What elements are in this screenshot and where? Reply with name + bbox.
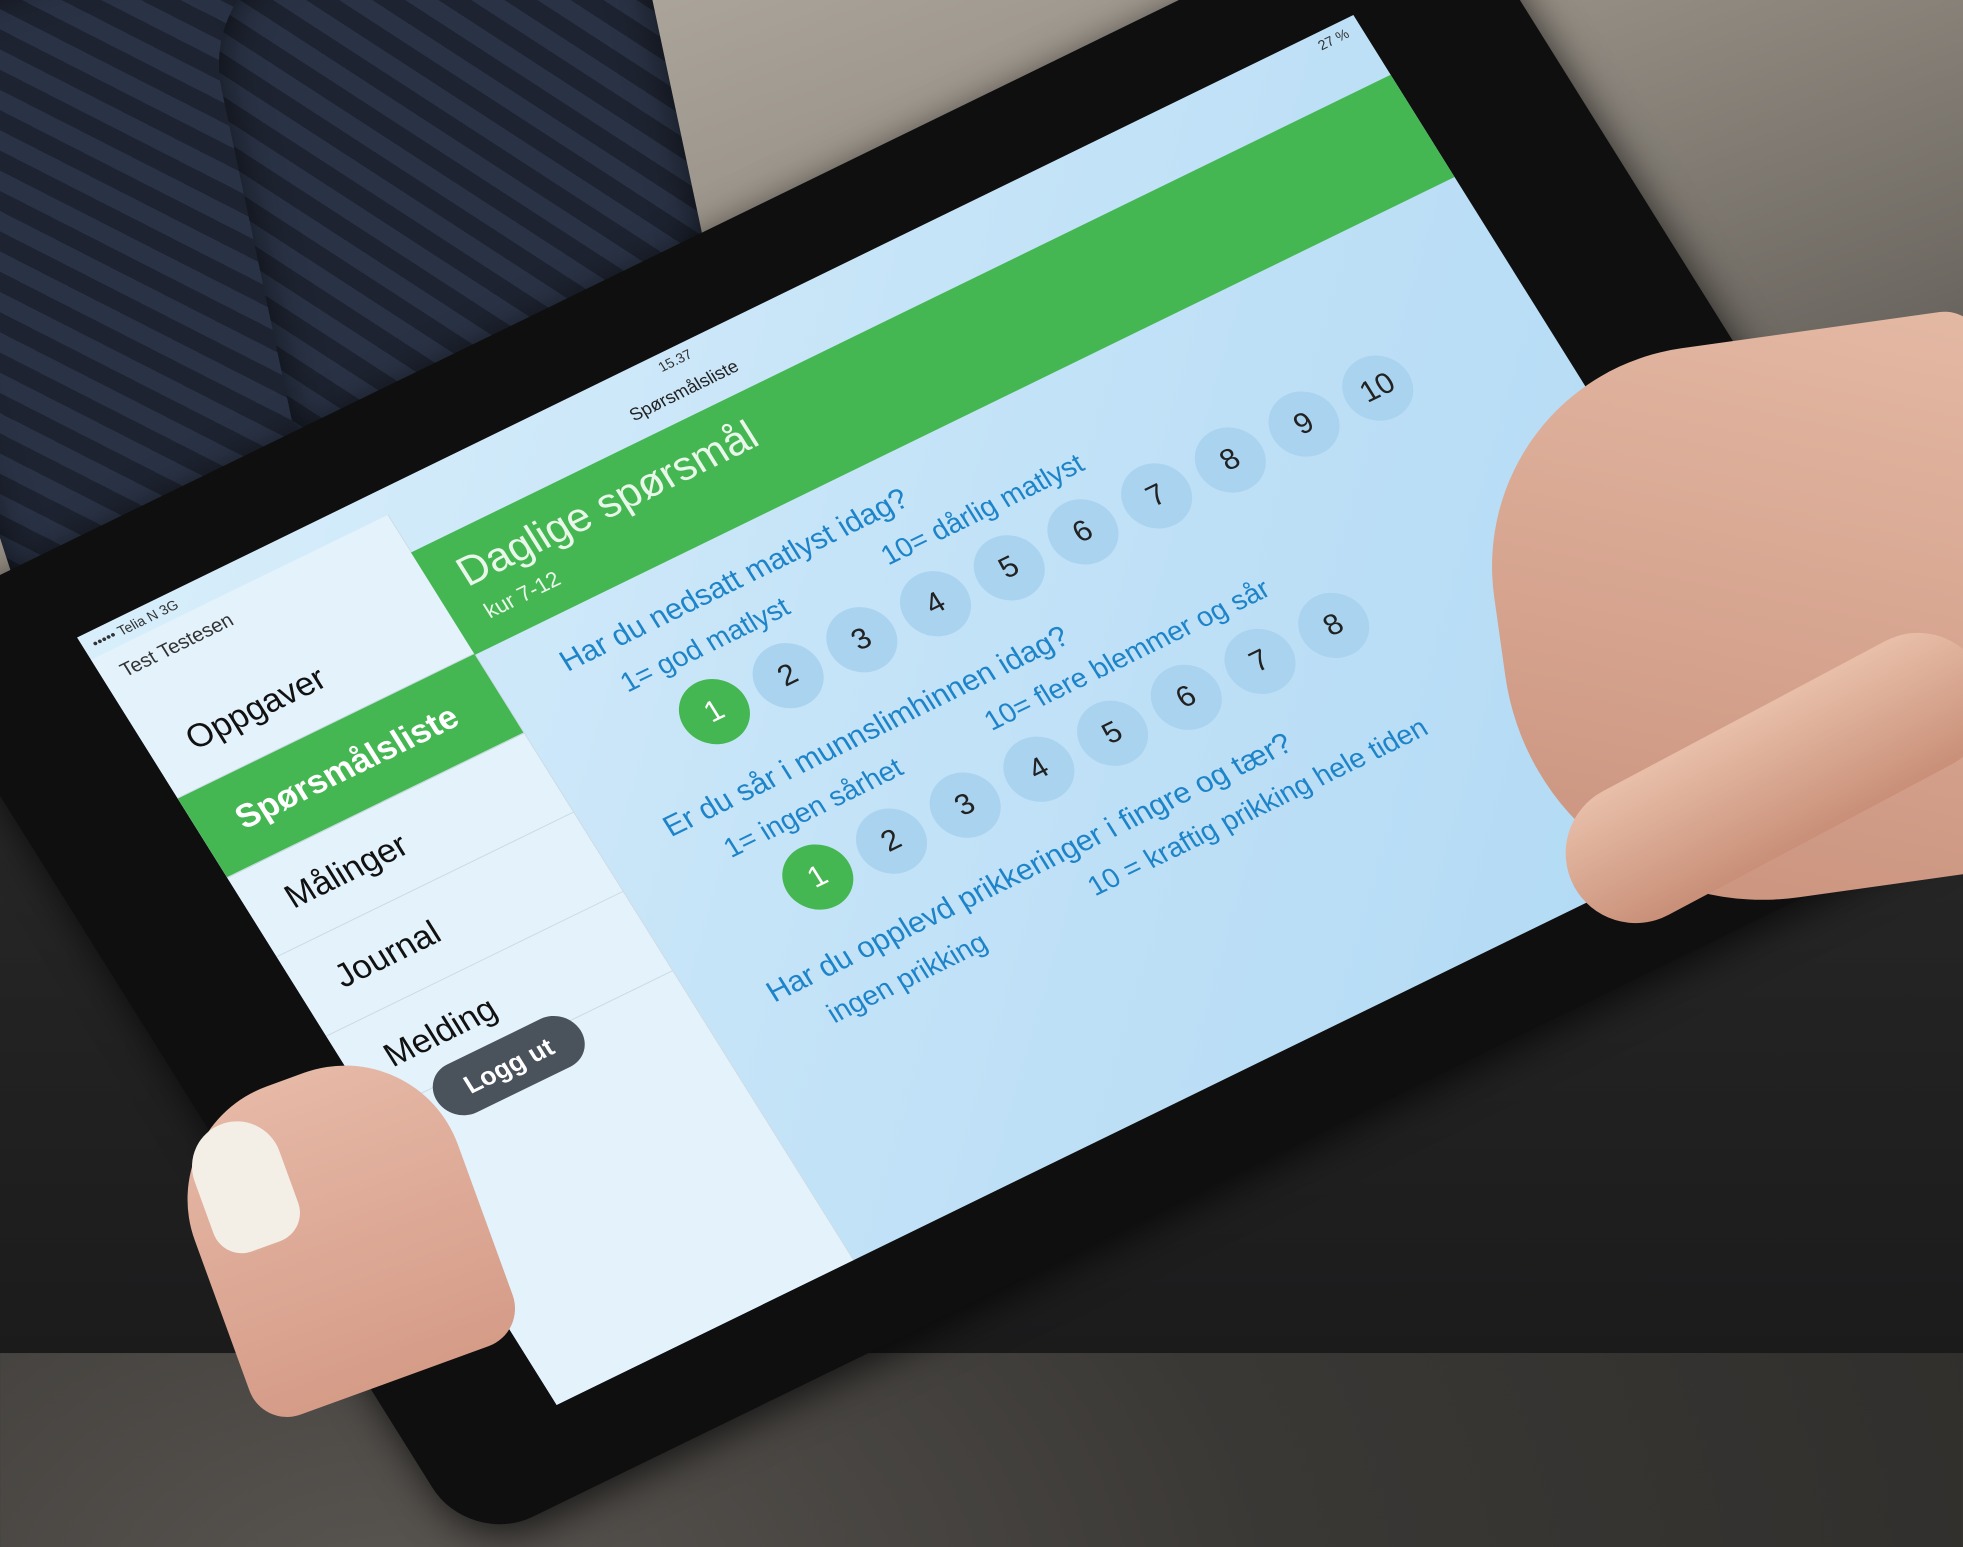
battery-label: 27 %: [1314, 25, 1352, 54]
clock-label: 15.37: [654, 345, 695, 375]
